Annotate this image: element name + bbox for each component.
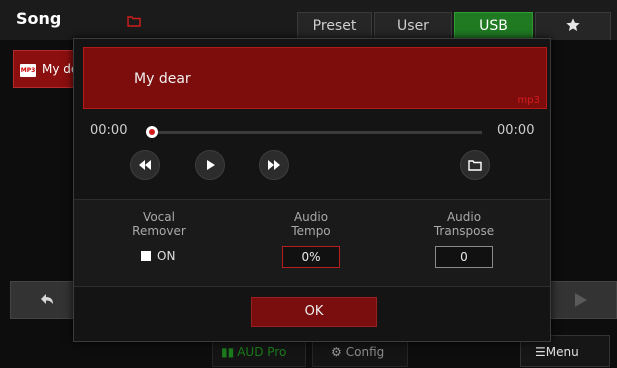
audio-transpose-label-line1: Audio — [446, 210, 482, 224]
vocal-remover-label-line2: Remover — [132, 224, 186, 238]
audio-transpose-label-line2: Transpose — [433, 224, 495, 238]
play-icon — [207, 160, 215, 170]
back-arrow-icon — [41, 294, 53, 304]
menu-icon: ☰ — [535, 345, 546, 359]
rewind-button[interactable] — [130, 150, 160, 180]
tab-user[interactable]: User — [374, 12, 452, 40]
aud-pro-icon: ▮▮ — [221, 345, 235, 359]
vocal-remover-toggle[interactable]: ON — [141, 249, 175, 263]
vocal-remover-label-line1: Vocal — [143, 210, 175, 224]
ok-button[interactable]: OK — [251, 297, 377, 327]
star-icon — [566, 18, 580, 31]
config-label: Config — [345, 345, 385, 359]
audio-transpose-label: Audio Transpose — [409, 210, 519, 238]
aud-pro-label: AUD Pro — [237, 345, 287, 359]
mp3-file-icon: MP3 — [20, 64, 36, 77]
progress-knob[interactable] — [146, 126, 158, 138]
play-button[interactable] — [195, 150, 225, 180]
vocal-remover-label: Vocal Remover — [104, 210, 214, 238]
tab-favorites[interactable] — [535, 12, 611, 40]
song-player-dialog: My dear mp3 00:00 00:00 Vocal Remover Au… — [73, 38, 551, 342]
open-folder-button[interactable] — [460, 150, 490, 180]
checkbox[interactable] — [141, 251, 151, 261]
page-title: Song — [16, 9, 62, 28]
fast-forward-button[interactable] — [259, 150, 289, 180]
total-time: 00:00 — [497, 123, 535, 138]
audio-tempo-label-line2: Tempo — [291, 224, 331, 238]
back-button[interactable] — [10, 281, 82, 319]
current-time: 00:00 — [90, 123, 128, 138]
audio-tempo-field[interactable]: 0% — [282, 246, 340, 268]
song-name: My dear — [134, 71, 191, 87]
folder-icon[interactable] — [127, 12, 141, 27]
song-banner: My dear mp3 — [83, 47, 547, 109]
audio-transpose-field[interactable]: 0 — [435, 246, 493, 268]
top-bar: Song Preset User USB — [0, 0, 617, 40]
song-format: mp3 — [517, 95, 540, 106]
rewind-icon — [139, 160, 151, 170]
tab-preset[interactable]: Preset — [297, 12, 372, 40]
fast-forward-icon — [268, 160, 280, 170]
progress-track[interactable] — [152, 131, 482, 134]
audio-tempo-label-line1: Audio — [293, 210, 329, 224]
next-page-button[interactable] — [545, 281, 617, 319]
folder-icon — [468, 160, 482, 171]
tab-usb[interactable]: USB — [454, 12, 533, 40]
vocal-remover-value: ON — [157, 249, 176, 263]
play-right-icon — [575, 293, 587, 307]
audio-tempo-label: Audio Tempo — [256, 210, 366, 238]
menu-label: Menu — [545, 345, 579, 359]
